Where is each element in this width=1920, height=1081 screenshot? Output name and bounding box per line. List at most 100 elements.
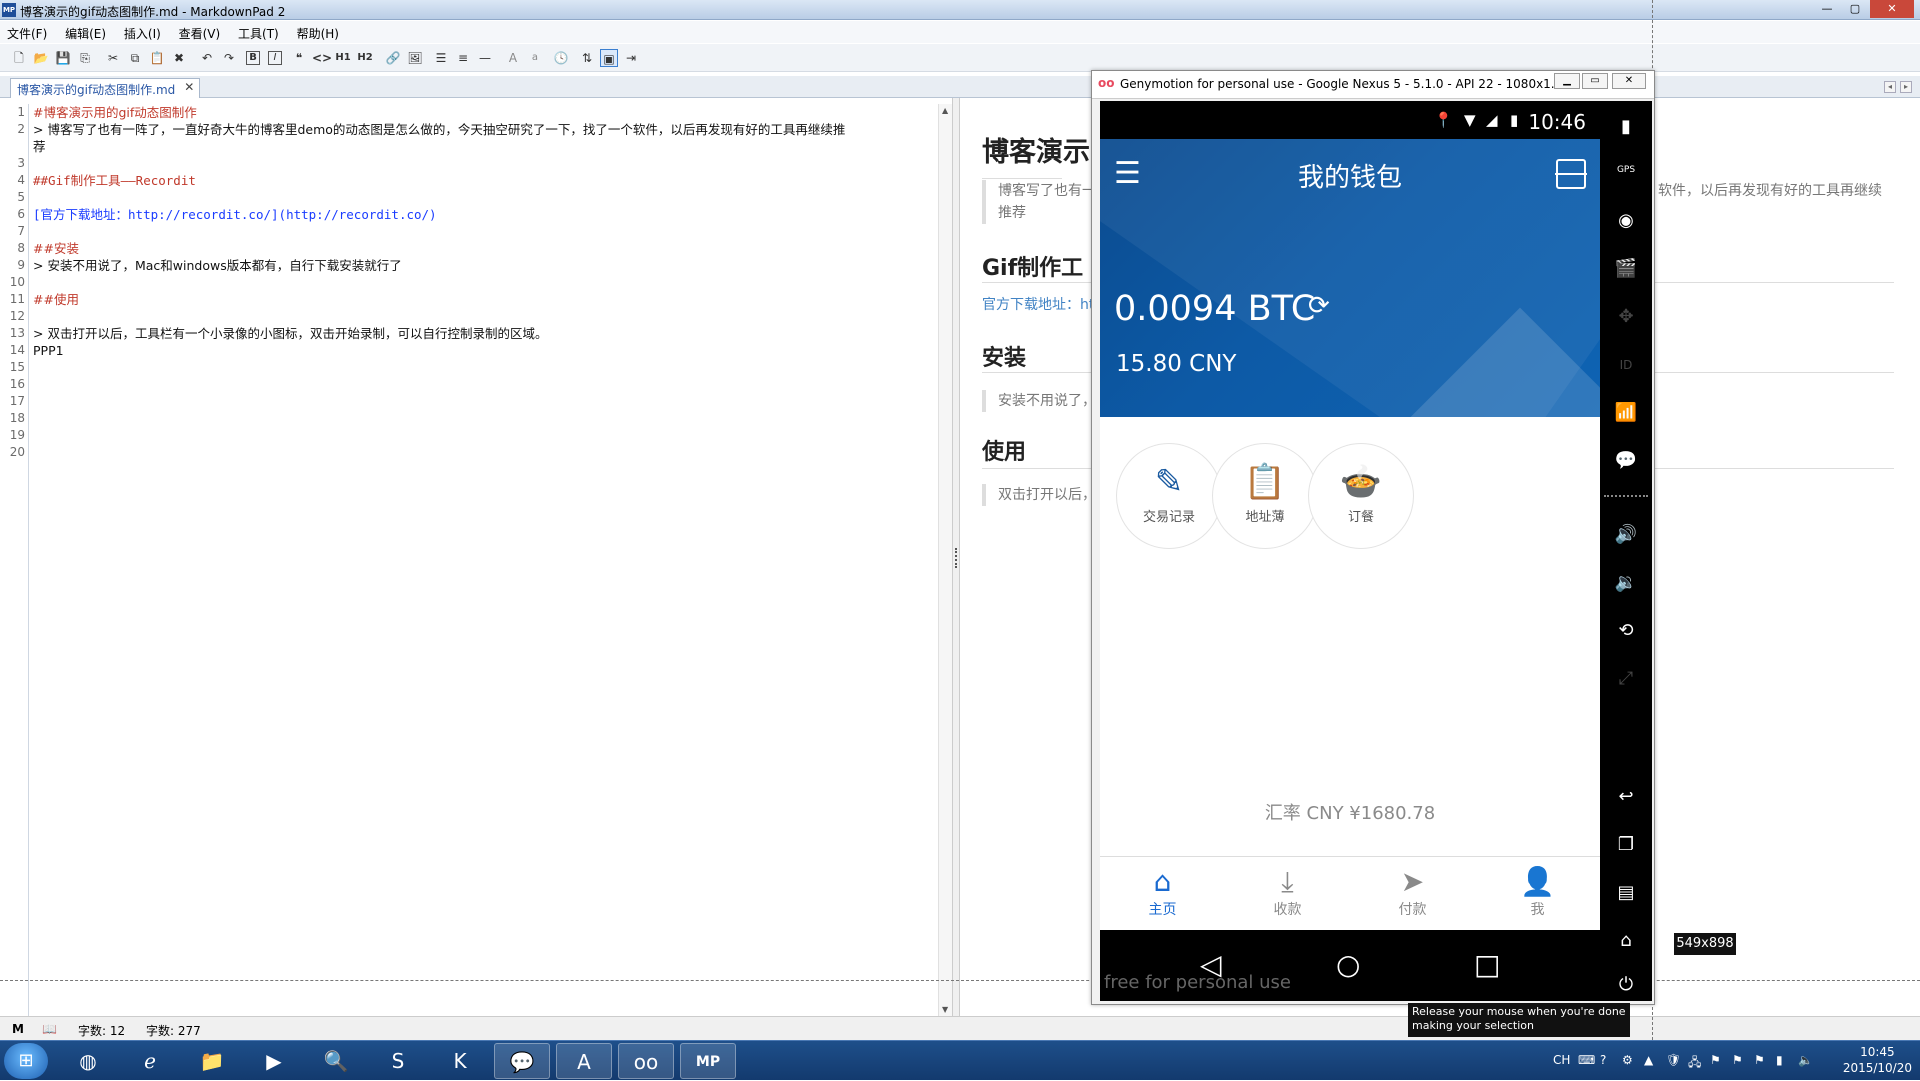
refresh-icon[interactable]: ⟳	[1308, 291, 1330, 321]
nav-me[interactable]: 👤 我	[1475, 865, 1600, 919]
save-icon[interactable]: 💾	[54, 49, 72, 67]
menu-view[interactable]: 查看(V)	[172, 21, 228, 42]
menu-tools[interactable]: 工具(T)	[231, 21, 286, 42]
scroll-up-icon[interactable]: ▲	[942, 106, 948, 115]
menu-edit[interactable]: 编辑(E)	[58, 21, 113, 42]
transactions-button[interactable]: ✎ 交易记录	[1116, 443, 1222, 549]
nav-pay[interactable]: ➤ 付款	[1350, 865, 1475, 919]
search-tool-taskbar-icon[interactable]: 🔍	[308, 1043, 364, 1079]
android-studio-taskbar-icon[interactable]: A	[556, 1043, 612, 1079]
home-key-icon[interactable]: ⌂	[1610, 925, 1642, 957]
menu-help[interactable]: 帮助(H)	[290, 21, 346, 42]
image-icon[interactable]: 🖼	[406, 49, 424, 67]
delete-icon[interactable]: ✖	[170, 49, 188, 67]
security-shield-icon[interactable]: 🛡	[1666, 1053, 1681, 1067]
menu-file[interactable]: 文件(F)	[0, 21, 54, 42]
save-all-icon[interactable]: ⎘	[76, 49, 94, 67]
bullet-list-icon[interactable]: ☰	[432, 49, 450, 67]
paste-icon[interactable]: 📋	[148, 49, 166, 67]
tab-document[interactable]: 博客演示的gif动态图制作.md ✕	[10, 78, 201, 98]
camera-icon[interactable]: ◉	[1610, 205, 1642, 237]
app-tray-icon[interactable]: ⚑	[1732, 1053, 1743, 1067]
horizontal-rule-icon[interactable]: —	[476, 49, 494, 67]
open-file-icon[interactable]: 📂	[32, 49, 50, 67]
menu-key-icon[interactable]: ▤	[1610, 877, 1642, 909]
live-preview-icon[interactable]: ▣	[600, 49, 618, 67]
markdown-mode-icon[interactable]: M	[12, 1022, 24, 1036]
genymotion-taskbar-icon[interactable]: oo	[618, 1043, 674, 1079]
redo-icon[interactable]: ↷	[220, 49, 238, 67]
gps-icon[interactable]: GPS	[1610, 157, 1642, 189]
scan-qr-icon[interactable]	[1555, 159, 1587, 189]
link-icon[interactable]: 🔗	[384, 49, 402, 67]
copy-icon[interactable]: ⧉	[126, 49, 144, 67]
network-tray-icon[interactable]: 🖧	[1688, 1053, 1701, 1074]
italic-button[interactable]: I	[268, 51, 282, 65]
close-window-button[interactable]: ✕	[1870, 0, 1914, 18]
new-file-icon[interactable]: 🗋	[10, 49, 28, 67]
preview-link[interactable]: 官方下载地址：ht	[982, 294, 1094, 314]
bold-button[interactable]: B	[246, 51, 260, 65]
minimize-button[interactable]: —	[1814, 0, 1840, 18]
undo-icon[interactable]: ↶	[198, 49, 216, 67]
export-icon[interactable]: ⇥	[622, 49, 640, 67]
signal-tray-icon[interactable]: ▮	[1776, 1053, 1783, 1067]
system-clock[interactable]: 10:45 2015/10/20	[1843, 1044, 1912, 1076]
quote-button[interactable]: ❝	[290, 49, 308, 67]
heading2-button[interactable]: H2	[356, 49, 374, 67]
rotate-icon[interactable]: ⟲	[1610, 615, 1642, 647]
menu-insert[interactable]: 插入(I)	[117, 21, 168, 42]
sublime-taskbar-icon[interactable]: S	[370, 1043, 426, 1079]
sms-icon[interactable]: 💬	[1610, 445, 1642, 477]
sync-scroll-icon[interactable]: ⇅	[578, 49, 596, 67]
show-hidden-icons-icon[interactable]: ▲	[1644, 1053, 1653, 1067]
tab-scroll-right-icon[interactable]: ▸	[1900, 81, 1912, 93]
device-id-icon[interactable]: ID	[1610, 349, 1642, 381]
volume-up-icon[interactable]: 🔊	[1610, 519, 1642, 551]
media-player-taskbar-icon[interactable]: ▶	[246, 1043, 302, 1079]
timestamp-icon[interactable]: 🕓	[552, 49, 570, 67]
keyboard-icon[interactable]: ⌨	[1578, 1053, 1595, 1067]
volume-tray-icon[interactable]: 🔈	[1798, 1053, 1813, 1067]
explorer-taskbar-icon[interactable]: 📁	[184, 1043, 240, 1079]
input-language[interactable]: CH	[1553, 1053, 1570, 1067]
network-icon[interactable]: 📶	[1610, 397, 1642, 429]
font-larger-button[interactable]: A	[504, 49, 522, 67]
android-screen[interactable]: 📍 ▼ ◢ ▮ 10:46 ☰ 我的钱包 0.0094 BTC ⟳ 15.80 …	[1100, 101, 1600, 1001]
heading1-button[interactable]: H1	[334, 49, 352, 67]
chat-taskbar-icon[interactable]: 💬	[494, 1043, 550, 1079]
pane-splitter[interactable]	[952, 98, 960, 1016]
font-smaller-button[interactable]: a	[526, 49, 544, 67]
cut-icon[interactable]: ✂	[104, 49, 122, 67]
markdown-editor[interactable]: 1 2 3 4 5 6 7 8 9 10 11 12 13 14 15 16 1…	[6, 104, 938, 1016]
scroll-down-icon[interactable]: ▼	[942, 1005, 948, 1014]
address-book-button[interactable]: 📋 地址薄	[1212, 443, 1318, 549]
tab-close-icon[interactable]: ✕	[184, 80, 194, 94]
editor-scrollbar[interactable]: ▲ ▼	[938, 104, 952, 1016]
editor-text[interactable]: #博客演示用的gif动态图制作 > 博客写了也有一阵了，一直好奇大牛的博客里de…	[33, 104, 938, 359]
power-icon[interactable]: ⏻	[1610, 969, 1642, 1001]
nav-receive[interactable]: ⤓ 收款	[1225, 865, 1350, 919]
battery-widget-icon[interactable]: ▮	[1610, 111, 1642, 143]
numbered-list-icon[interactable]: ≡	[454, 49, 472, 67]
help-icon[interactable]: ?	[1600, 1053, 1606, 1067]
kugou-taskbar-icon[interactable]: K	[432, 1043, 488, 1079]
back-key-icon[interactable]: ↩	[1610, 781, 1642, 813]
volume-down-icon[interactable]: 🔉	[1610, 567, 1642, 599]
markdownpad-taskbar-icon[interactable]: MP	[680, 1043, 736, 1079]
preview-mode-icon[interactable]: 📖	[42, 1022, 57, 1036]
move-icon[interactable]: ✥	[1610, 301, 1642, 333]
app-tray-icon[interactable]: ⚑	[1710, 1053, 1721, 1067]
capture-icon[interactable]: 🎬	[1610, 253, 1642, 285]
ie-taskbar-icon[interactable]: ℯ	[122, 1043, 178, 1079]
maximize-button[interactable]: ▢	[1842, 0, 1868, 18]
genymotion-maximize-button[interactable]: ▭	[1582, 73, 1608, 89]
genymotion-minimize-button[interactable]: ▁	[1554, 73, 1580, 89]
chrome-taskbar-icon[interactable]: ◍	[60, 1043, 116, 1079]
android-home-icon[interactable]: ○	[1336, 948, 1360, 981]
tab-scroll-left-icon[interactable]: ◂	[1884, 81, 1896, 93]
settings-icon[interactable]: ⚙	[1622, 1053, 1633, 1067]
recent-apps-icon[interactable]: ❐	[1610, 829, 1642, 861]
app-tray-icon[interactable]: ⚑	[1754, 1053, 1765, 1067]
code-button[interactable]: <>	[312, 49, 332, 67]
